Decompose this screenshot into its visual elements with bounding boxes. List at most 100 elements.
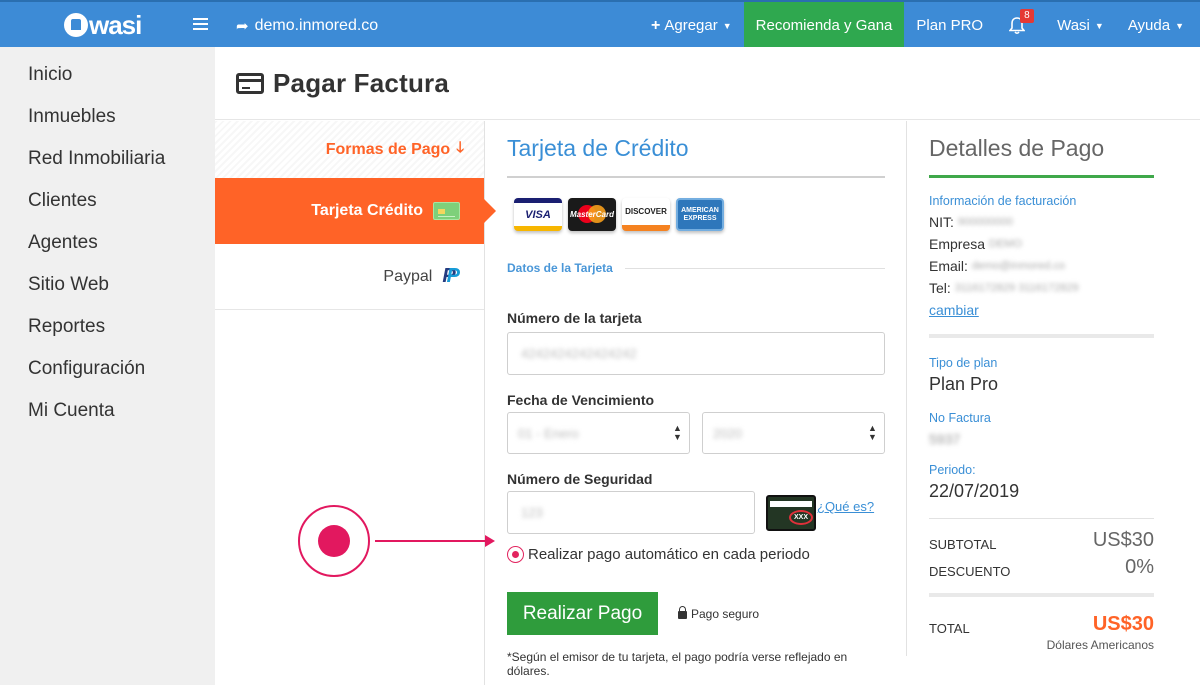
nit-value: 900000000	[957, 216, 1013, 228]
period-value: 22/07/2019	[929, 481, 1020, 501]
expiry-year-select[interactable]: 2020 ▲ ▼	[702, 412, 885, 454]
share-arrow-icon: ➦	[236, 17, 249, 35]
cvv-card-icon: XXX	[766, 494, 816, 531]
section-label-text: Datos de la Tarjeta	[507, 261, 613, 275]
recommend-label: Recomienda y Gana	[755, 17, 893, 34]
menu-toggle-icon[interactable]	[193, 18, 208, 31]
cvv-badge: XXX	[789, 509, 813, 525]
payment-details: Detalles de Pago Información de facturac…	[929, 121, 1154, 652]
billing-label: Información de facturación	[929, 194, 1077, 208]
expiry-month-select[interactable]: 01 - Enero ▲ ▼	[507, 412, 690, 454]
select-arrows-icon: ▲ ▼	[673, 423, 682, 442]
email-key: Email:	[929, 258, 968, 274]
method-paypal[interactable]: Paypal PP	[215, 244, 484, 310]
visa-logo: VISA	[514, 198, 562, 231]
subtotal-value: US$30	[1092, 529, 1154, 551]
sidebar-item-reportes[interactable]: Reportes	[0, 306, 215, 348]
change-billing-link[interactable]: cambiar	[929, 302, 979, 318]
highlight-arrow-head	[485, 535, 495, 547]
top-navbar: wasi ➦ demo.inmored.co + Agregar ▼ Recom…	[0, 0, 1200, 49]
domain-link[interactable]: ➦ demo.inmored.co	[236, 2, 378, 49]
subtotal-label: SUBTOTAL	[929, 537, 997, 552]
sidebar-item-red-inmobiliaria[interactable]: Red Inmobiliaria	[0, 138, 215, 180]
navbar-right: + Agregar ▼ Recomienda y Gana Plan PRO 8…	[639, 2, 1200, 49]
bell-icon: 8	[1009, 8, 1034, 35]
nit-line: NIT: 900000000	[929, 214, 1154, 230]
sidebar-item-inmuebles[interactable]: Inmuebles	[0, 96, 215, 138]
summary: SUBTOTAL US$30 DESCUENTO 0%	[929, 519, 1154, 597]
recommend-button[interactable]: Recomienda y Gana	[743, 2, 905, 49]
pay-button[interactable]: Realizar Pago	[507, 592, 658, 635]
amex-logo: AMERICAN EXPRESS	[676, 198, 724, 231]
nit-key: NIT:	[929, 214, 954, 230]
invoice-value: 5937	[929, 431, 961, 447]
autopay-option[interactable]: Realizar pago automático en cada periodo	[507, 546, 885, 563]
highlight-marker	[298, 505, 370, 577]
sidebar-item-mi-cuenta[interactable]: Mi Cuenta	[0, 390, 215, 432]
user-menu[interactable]: Wasi ▼	[1045, 2, 1116, 49]
arrow-down-icon: 🡓	[456, 139, 464, 156]
cvv-help-link[interactable]: ¿Qué es?	[817, 499, 874, 514]
visa-text: VISA	[525, 208, 551, 221]
autopay-label: Realizar pago automático en cada periodo	[528, 546, 810, 563]
credit-card-icon	[236, 72, 264, 94]
payment-methods-header: Formas de Pago 🡓	[215, 121, 484, 178]
company-value: DEMO	[989, 238, 1023, 250]
expiry-label: Fecha de Vencimiento	[507, 392, 655, 408]
sidebar-item-clientes[interactable]: Clientes	[0, 180, 215, 222]
page-header: Pagar Factura	[215, 47, 1200, 120]
total-value: US$30	[1092, 613, 1154, 635]
sidebar-item-agentes[interactable]: Agentes	[0, 222, 215, 264]
expiry-month-value: 01 - Enero	[518, 425, 579, 441]
help-label: Ayuda	[1127, 17, 1171, 34]
logo-icon	[64, 13, 88, 37]
discount-row: DESCUENTO 0%	[929, 556, 1154, 579]
discount-label: DESCUENTO	[929, 564, 1011, 579]
card-number-label: Número de la tarjeta	[507, 310, 642, 326]
autopay-radio[interactable]	[507, 546, 524, 563]
plus-icon: +	[651, 16, 661, 34]
notifications-button[interactable]: 8	[995, 2, 1045, 49]
chevron-down-icon: ▼	[722, 20, 732, 31]
invoice-label: No Factura	[929, 411, 991, 425]
cvv-input[interactable]: 123	[507, 491, 755, 534]
card-number-input[interactable]: 4242424242424242	[507, 332, 885, 375]
wasi-logo[interactable]: wasi	[64, 10, 142, 40]
column-divider	[906, 121, 907, 656]
mastercard-logo: MasterCard	[568, 198, 616, 231]
plan-type-label: Tipo de plan	[929, 356, 998, 370]
currency-label: Dólares Americanos	[1046, 638, 1154, 652]
details-title: Detalles de Pago	[929, 121, 1154, 178]
card-number-value: 4242424242424242	[521, 346, 637, 361]
add-label: Agregar	[664, 17, 718, 34]
method-label: Paypal	[383, 267, 433, 285]
plan-label: Plan PRO	[916, 17, 984, 34]
method-label: Tarjeta Crédito	[311, 202, 423, 219]
total-block: TOTAL US$30 Dólares Americanos	[929, 613, 1154, 652]
plan-type-value: Plan Pro	[929, 374, 999, 394]
sidebar-item-sitio-web[interactable]: Sitio Web	[0, 264, 215, 306]
company-key: Empresa	[929, 236, 986, 252]
amex-text: AMERICAN EXPRESS	[681, 206, 719, 222]
phone-value: 3116172829 3116172829	[954, 282, 1079, 294]
discover-text: DISCOVER	[625, 207, 667, 216]
period-label: Periodo:	[929, 463, 976, 477]
sidebar-item-configuracion[interactable]: Configuración	[0, 348, 215, 390]
discount-value: 0%	[1125, 556, 1154, 578]
add-menu[interactable]: + Agregar ▼	[639, 2, 744, 49]
plan-pro-link[interactable]: Plan PRO	[904, 2, 995, 49]
subtotal-row: SUBTOTAL US$30	[929, 529, 1154, 552]
select-arrows-icon: ▲ ▼	[868, 423, 877, 442]
billing-info: Información de facturación NIT: 900000000…	[929, 194, 1154, 338]
cvv-value: 123	[521, 505, 543, 520]
phone-line: Tel: 3116172829 3116172829	[929, 280, 1154, 296]
secure-payment: Pago seguro	[678, 606, 759, 621]
page-title: Pagar Factura	[273, 67, 450, 98]
help-menu[interactable]: Ayuda ▼	[1116, 2, 1200, 49]
chevron-down-icon: ▼	[1094, 20, 1104, 31]
sidebar: Inicio Inmuebles Red Inmobiliaria Client…	[0, 47, 215, 685]
company-line: Empresa DEMO	[929, 236, 1154, 252]
cvv-label: Número de Seguridad	[507, 471, 653, 487]
method-credit-card[interactable]: Tarjeta Crédito	[215, 178, 496, 244]
sidebar-item-inicio[interactable]: Inicio	[0, 54, 215, 96]
